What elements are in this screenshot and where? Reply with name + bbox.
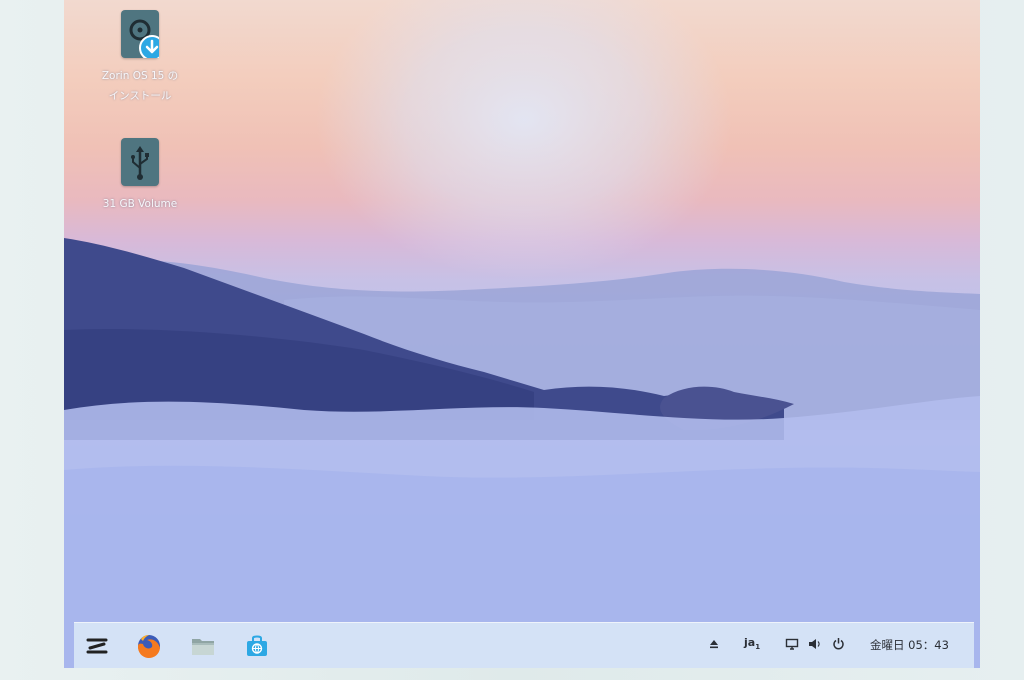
zorin-logo-icon bbox=[86, 638, 108, 654]
desktop-icon-install-zorin[interactable]: Zorin OS 15 の インストール bbox=[90, 10, 190, 106]
usb-drive-icon bbox=[121, 138, 159, 186]
eject-icon bbox=[710, 640, 718, 649]
wallpaper-landscape bbox=[64, 238, 980, 668]
input-method-label: ja bbox=[744, 636, 756, 649]
folder-icon bbox=[192, 639, 214, 655]
volume-button[interactable] bbox=[808, 638, 822, 653]
monitor-icon bbox=[785, 638, 799, 650]
desktop-screen[interactable]: Zorin OS 15 の インストール 31 GB Volume ja1 金曜… bbox=[64, 0, 980, 668]
speaker-icon bbox=[809, 639, 820, 649]
install-disc-icon bbox=[121, 10, 165, 61]
input-method-indicator[interactable]: ja1 bbox=[744, 636, 760, 651]
zorin-menu-button[interactable] bbox=[82, 631, 112, 661]
store-bag-icon bbox=[247, 635, 267, 656]
desktop-icon-label: 31 GB Volume bbox=[102, 198, 178, 210]
software-store-button[interactable] bbox=[242, 631, 272, 661]
display-button[interactable] bbox=[785, 638, 799, 653]
clock[interactable]: 金曜日 05：43 bbox=[870, 637, 949, 653]
input-method-sub: 1 bbox=[755, 643, 761, 652]
firefox-button[interactable] bbox=[134, 631, 164, 661]
files-button[interactable] bbox=[188, 631, 218, 661]
power-button[interactable] bbox=[832, 637, 845, 653]
desktop-icon-label: Zorin OS 15 の インストール bbox=[101, 70, 179, 102]
power-icon bbox=[833, 638, 844, 650]
desktop-icon-usb-volume[interactable]: 31 GB Volume bbox=[90, 138, 190, 214]
eject-button[interactable] bbox=[708, 638, 720, 653]
taskbar: ja1 金曜日 05：43 bbox=[74, 622, 974, 668]
firefox-icon bbox=[137, 635, 160, 659]
